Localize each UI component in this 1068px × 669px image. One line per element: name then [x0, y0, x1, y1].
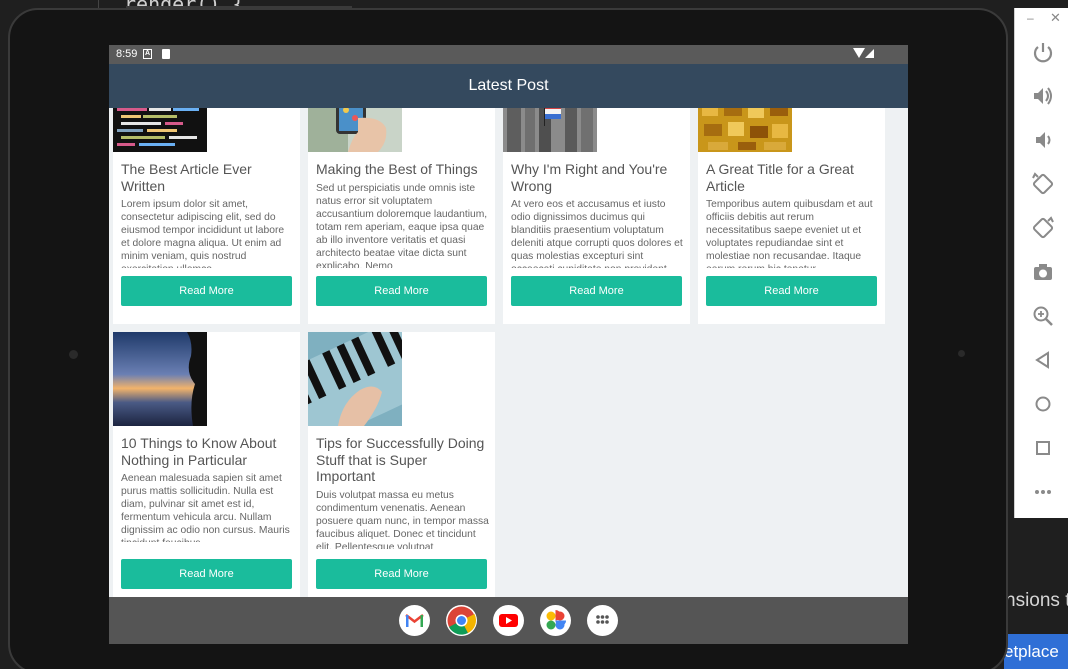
post-title: Why I'm Right and You're Wrong	[511, 161, 668, 194]
status-bar: 8:59 A	[109, 45, 908, 64]
post-title: Making the Best of Things	[316, 161, 478, 177]
post-title: A Great Title for a Great Article	[706, 161, 854, 194]
post-card: A Great Title for a Great Article Tempor…	[698, 108, 885, 324]
close-icon[interactable]: ✕	[1050, 10, 1061, 26]
device-screen: 8:59 A Latest Post The Best Article Ever…	[109, 45, 908, 644]
post-excerpt: At vero eos et accusamus et iusto odio d…	[511, 199, 683, 268]
gmail-icon[interactable]	[399, 605, 430, 636]
back-icon[interactable]	[1029, 346, 1057, 374]
read-more-button[interactable]: Read More	[121, 559, 292, 589]
read-more-button[interactable]: Read More	[316, 559, 487, 589]
post-card: 10 Things to Know About Nothing in Parti…	[113, 332, 300, 597]
photos-icon[interactable]	[540, 605, 571, 636]
volume-up-icon[interactable]	[1029, 82, 1057, 110]
power-icon[interactable]	[1029, 38, 1057, 66]
post-card: Tips for Successfully Doing Stuff that i…	[308, 332, 495, 597]
rotate-left-icon[interactable]	[1029, 170, 1057, 198]
volume-down-icon[interactable]	[1029, 126, 1057, 154]
post-image-sunset-silhouette	[113, 332, 207, 426]
minimize-icon[interactable]: –	[1027, 11, 1034, 25]
read-more-button[interactable]: Read More	[511, 276, 682, 306]
read-more-button[interactable]: Read More	[316, 276, 487, 306]
post-excerpt: Duis volutpat massa eu metus condimentum…	[316, 490, 489, 549]
emulator-control-panel: – ✕	[1014, 8, 1068, 518]
post-image-gold-pattern	[698, 108, 792, 152]
app-bar-title: Latest Post	[109, 64, 908, 108]
read-more-button[interactable]: Read More	[706, 276, 877, 306]
post-excerpt: Lorem ipsum dolor sit amet, consectetur …	[121, 199, 285, 268]
notification-a-icon: A	[143, 49, 152, 59]
status-time: 8:59	[116, 48, 138, 60]
more-icon[interactable]	[1029, 478, 1057, 506]
post-image-code-screen	[113, 108, 207, 152]
panel-title-bar: – ✕	[1015, 8, 1068, 32]
wifi-icon	[853, 48, 865, 58]
read-more-button[interactable]: Read More	[121, 276, 292, 306]
app-drawer-icon[interactable]	[587, 605, 618, 636]
post-image-piano-hand	[308, 332, 402, 426]
navigation-dock	[109, 597, 908, 644]
tablet-sensor-right	[958, 350, 965, 357]
overview-icon[interactable]	[1029, 434, 1057, 462]
rotate-right-icon[interactable]	[1029, 214, 1057, 242]
post-excerpt: Temporibus autem quibusdam et aut offici…	[706, 199, 873, 268]
chrome-icon[interactable]	[446, 605, 477, 636]
post-title: Tips for Successfully Doing Stuff that i…	[316, 435, 485, 484]
signal-icon	[865, 49, 874, 58]
post-image-building-flag	[503, 108, 597, 152]
post-excerpt: Sed ut perspiciatis unde omnis iste natu…	[316, 183, 488, 268]
extensions-panel-text: nsions t	[1005, 590, 1068, 611]
post-title: 10 Things to Know About Nothing in Parti…	[121, 435, 277, 468]
post-excerpt: Aenean malesuada sapien sit amet purus m…	[121, 473, 290, 542]
sd-card-icon	[162, 49, 170, 59]
marketplace-button[interactable]: etplace	[1004, 634, 1068, 669]
tablet-sensor-left	[69, 350, 78, 359]
post-title: The Best Article Ever Written	[121, 161, 252, 194]
home-icon[interactable]	[1029, 390, 1057, 418]
zoom-icon[interactable]	[1029, 302, 1057, 330]
post-card: The Best Article Ever Written Lorem ipsu…	[113, 108, 300, 324]
post-image-hand-phone	[308, 108, 402, 152]
post-card: Why I'm Right and You're Wrong At vero e…	[503, 108, 690, 324]
post-card: Making the Best of Things Sed ut perspic…	[308, 108, 495, 324]
camera-icon[interactable]	[1029, 258, 1057, 286]
post-grid: The Best Article Ever Written Lorem ipsu…	[109, 108, 908, 597]
youtube-icon[interactable]	[493, 605, 524, 636]
